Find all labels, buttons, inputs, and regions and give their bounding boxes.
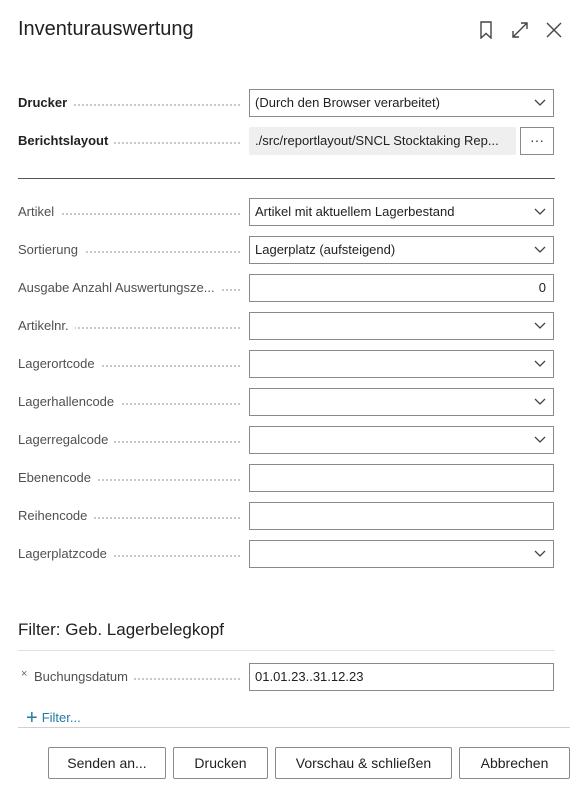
reihencode-input[interactable] [249, 502, 554, 530]
artikelnr-row: Artikelnr. [18, 312, 555, 340]
preview-close-button[interactable]: Vorschau & schließen [275, 747, 452, 779]
lagerortcode-row: Lagerortcode [18, 350, 555, 378]
sortierung-row: Sortierung Lagerplatz (aufsteigend) [18, 236, 555, 264]
chevron-down-icon [534, 360, 546, 368]
ebenencode-label: Ebenencode [18, 470, 98, 485]
lagerregalcode-select[interactable] [249, 426, 554, 454]
artikelnr-select[interactable] [249, 312, 554, 340]
ebenencode-row: Ebenencode [18, 464, 555, 492]
lagerplatzcode-select[interactable] [249, 540, 554, 568]
layout-ellipsis-button[interactable]: ··· [520, 127, 554, 155]
lagerhallencode-label: Lagerhallencode [18, 394, 121, 409]
lagerhallencode-select[interactable] [249, 388, 554, 416]
printer-label: Drucker [18, 95, 74, 110]
artikel-label: Artikel [18, 204, 61, 219]
ausgabe-label: Ausgabe Anzahl Auswertungsze... [18, 280, 221, 295]
chevron-down-icon [534, 550, 546, 558]
lagerortcode-select[interactable] [249, 350, 554, 378]
bookmark-icon[interactable] [476, 20, 496, 40]
footer-divider [18, 727, 570, 728]
buchungsdatum-row: × Buchungsdatum 01.01.23..31.12.23 [18, 663, 555, 691]
lagerortcode-label: Lagerortcode [18, 356, 101, 371]
chevron-down-icon [534, 398, 546, 406]
remove-filter-icon[interactable]: × [21, 668, 27, 680]
reihencode-row: Reihencode [18, 502, 555, 530]
send-to-button[interactable]: Senden an... [48, 747, 166, 779]
add-filter-label: Filter... [41, 710, 81, 725]
layout-row: Berichtslayout ./src/reportlayout/SNCL S… [18, 127, 555, 155]
lagerplatzcode-row: Lagerplatzcode [18, 540, 555, 568]
close-icon[interactable] [544, 20, 564, 40]
ausgabe-input[interactable]: 0 [249, 274, 554, 302]
chevron-down-icon [534, 99, 546, 107]
lagerhallencode-row: Lagerhallencode [18, 388, 555, 416]
expand-icon[interactable] [510, 20, 530, 40]
lagerplatzcode-label: Lagerplatzcode [18, 546, 113, 561]
page-title: Inventurauswertung [18, 18, 194, 40]
lagerregalcode-row: Lagerregalcode [18, 426, 555, 454]
divider [18, 650, 555, 651]
sortierung-label: Sortierung [18, 242, 84, 257]
buchungsdatum-input[interactable]: 01.01.23..31.12.23 [249, 663, 554, 691]
plus-icon: + [26, 706, 38, 729]
artikelnr-label: Artikelnr. [18, 318, 75, 333]
ausgabe-row: Ausgabe Anzahl Auswertungsze... 0 [18, 274, 555, 302]
print-button[interactable]: Drucken [173, 747, 268, 779]
filter-section-title: Filter: Geb. Lagerbelegkopf [18, 620, 225, 639]
chevron-down-icon [534, 436, 546, 444]
sortierung-select[interactable]: Lagerplatz (aufsteigend) [249, 236, 554, 264]
lagerregalcode-label: Lagerregalcode [18, 432, 115, 447]
add-filter-button[interactable]: + Filter... [26, 706, 81, 729]
chevron-down-icon [534, 208, 546, 216]
reihencode-label: Reihencode [18, 508, 94, 523]
chevron-down-icon [534, 322, 546, 330]
artikel-select[interactable]: Artikel mit aktuellem Lagerbestand [249, 198, 554, 226]
printer-row: Drucker (Durch den Browser verarbeitet) [18, 89, 555, 117]
header-actions [476, 20, 564, 40]
layout-field[interactable]: ./src/reportlayout/SNCL Stocktaking Rep.… [249, 127, 516, 155]
layout-label: Berichtslayout [18, 133, 115, 148]
printer-select[interactable]: (Durch den Browser verarbeitet) [249, 89, 554, 117]
buchungsdatum-label: Buchungsdatum [34, 669, 134, 684]
cancel-button[interactable]: Abbrechen [459, 747, 570, 779]
artikel-row: Artikel Artikel mit aktuellem Lagerbesta… [18, 198, 555, 226]
divider [18, 178, 555, 179]
ebenencode-input[interactable] [249, 464, 554, 492]
chevron-down-icon [534, 246, 546, 254]
